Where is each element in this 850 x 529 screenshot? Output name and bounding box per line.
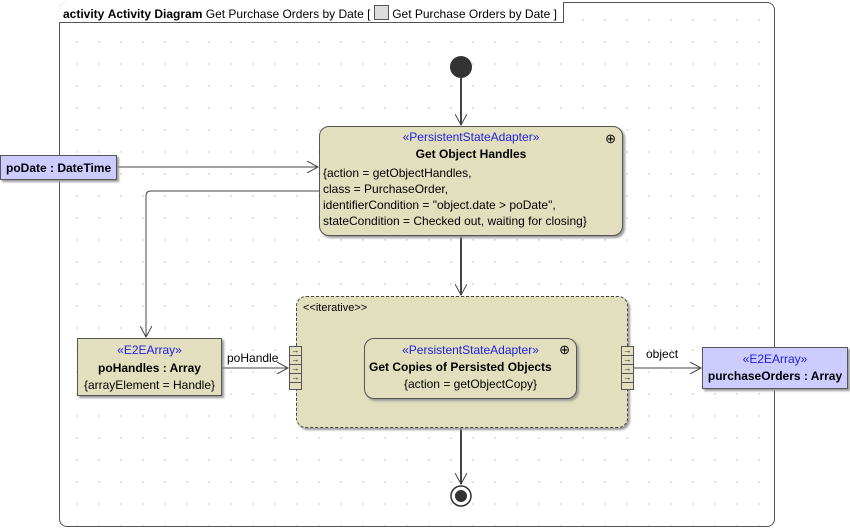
action-props: {action = getObjectCopy} bbox=[403, 377, 538, 391]
edge-handles bbox=[146, 190, 319, 337]
parameter-purchaseorders[interactable]: «E2EArray» purchaseOrders : Array bbox=[702, 347, 848, 389]
output-expansion-node[interactable]: → → → → bbox=[621, 346, 634, 390]
stereotype: «PersistentStateAdapter» bbox=[402, 343, 539, 357]
prop: stateCondition = Checked out, waiting fo… bbox=[323, 214, 587, 228]
call-behavior-icon: ⊕ bbox=[559, 342, 570, 357]
parameter-podate[interactable]: poDate : DateTime bbox=[0, 155, 117, 180]
prop: identifierCondition = "object.date > poD… bbox=[323, 198, 556, 212]
edge-label-object: object bbox=[646, 347, 679, 361]
action-name: Get Object Handles bbox=[415, 147, 527, 161]
call-behavior-icon: ⊕ bbox=[605, 131, 616, 146]
edges-layer bbox=[117, 56, 850, 507]
prop: class = PurchaseOrder, bbox=[323, 182, 449, 196]
region-stereotype: <<iterative>> bbox=[303, 302, 368, 314]
input-expansion-node[interactable]: → → → → bbox=[289, 346, 302, 390]
object-pohandles[interactable]: «E2EArray» poHandles : Array {arrayEleme… bbox=[77, 338, 222, 396]
stereotype: «E2EArray» bbox=[742, 352, 808, 366]
action-get-copies[interactable]: «PersistentStateAdapter» Get Copies of P… bbox=[364, 338, 577, 399]
param-name: purchaseOrders : Array bbox=[707, 369, 843, 383]
prop: {action = getObjectHandles, bbox=[323, 166, 472, 180]
action-name: Get Copies of Persisted Objects bbox=[369, 360, 552, 374]
stereotype: «PersistentStateAdapter» bbox=[402, 130, 540, 144]
action-get-object-handles[interactable]: «PersistentStateAdapter» Get Object Hand… bbox=[319, 126, 623, 236]
final-node-core bbox=[455, 490, 467, 502]
param-name: poDate : DateTime bbox=[6, 161, 112, 175]
initial-node[interactable] bbox=[450, 56, 472, 78]
object-name: poHandles : Array bbox=[98, 361, 201, 375]
object-props: {arrayElement = Handle} bbox=[83, 378, 216, 392]
stereotype: «E2EArray» bbox=[117, 343, 182, 357]
edge-label-pohandle: poHandle bbox=[227, 351, 279, 365]
